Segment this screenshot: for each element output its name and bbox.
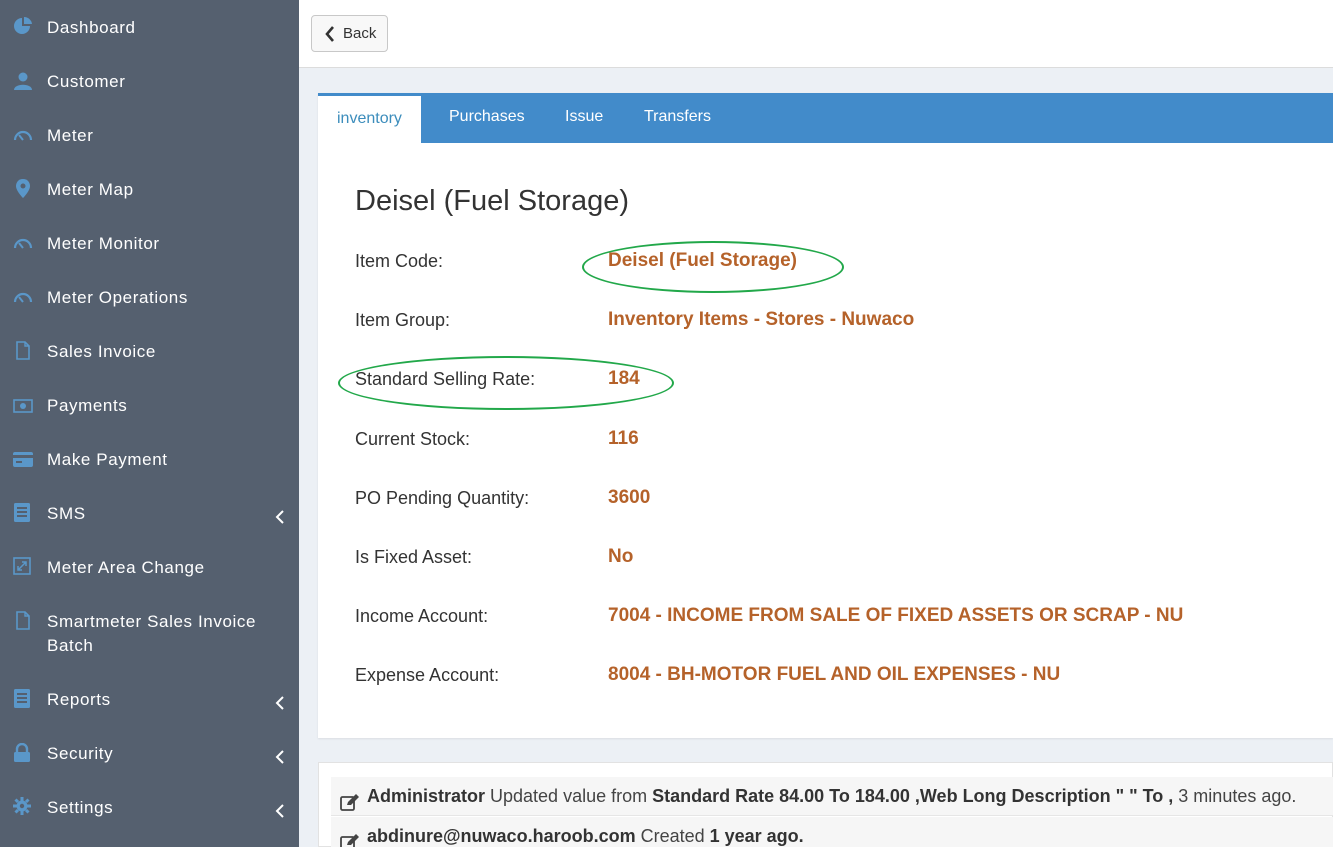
user-icon <box>13 71 33 91</box>
item-group-label: Item Group: <box>355 310 451 330</box>
tab-bar: inventory Purchases Issue Transfers <box>318 93 1333 143</box>
lock-icon <box>13 742 33 763</box>
is-fixed-asset-value: No <box>608 546 634 567</box>
activity-text: Created <box>635 826 710 846</box>
chevron-left-icon <box>325 26 335 46</box>
sidebar-item-label: Payments <box>47 396 128 415</box>
page-title: Deisel (Fuel Storage) <box>355 185 629 217</box>
income-account-value[interactable]: 7004 - INCOME FROM SALE OF FIXED ASSETS … <box>608 605 1183 627</box>
current-stock-value: 116 <box>608 428 639 449</box>
message-book-icon <box>13 503 33 523</box>
sidebar: Dashboard Customer Meter Meter Map Meter… <box>0 0 299 847</box>
item-code-label: Item Code: <box>355 251 444 271</box>
activity-item: abdinure@nuwaco.haroob.com Created 1 yea… <box>331 817 1333 847</box>
money-icon <box>13 398 33 418</box>
sidebar-item-label: SMS <box>47 504 86 523</box>
tab-purchases[interactable]: Purchases <box>449 93 525 143</box>
sidebar-item-make-payment[interactable]: Make Payment <box>0 448 299 476</box>
sidebar-item-label-line2: Batch <box>47 636 94 655</box>
file-icon <box>16 341 36 361</box>
sidebar-item-label: Meter <box>47 126 94 145</box>
sidebar-item-smartmeter-sales-invoice-batch[interactable]: Smartmeter Sales Invoice Batch <box>0 610 299 662</box>
current-stock-label: Current Stock: <box>355 429 471 449</box>
gauge-icon <box>13 127 33 147</box>
top-toolbar: Back <box>299 0 1333 68</box>
sidebar-item-meter-operations[interactable]: Meter Operations <box>0 286 299 314</box>
highlight-oval-item-code <box>582 241 844 293</box>
expense-account-value[interactable]: 8004 - BH-MOTOR FUEL AND OIL EXPENSES - … <box>608 664 1060 686</box>
activity-detail: Standard Rate 84.00 To 184.00 ,Web Long … <box>652 786 1174 806</box>
back-button-label: Back <box>343 25 377 42</box>
sidebar-item-sales-invoice[interactable]: Sales Invoice <box>0 340 299 368</box>
po-pending-quantity-value: 3600 <box>608 487 651 508</box>
pie-chart-icon <box>13 16 33 36</box>
sidebar-item-label: Make Payment <box>47 450 168 469</box>
sidebar-item-meter[interactable]: Meter <box>0 124 299 152</box>
sidebar-item-security[interactable]: Security <box>0 742 299 770</box>
credit-card-icon <box>13 452 33 472</box>
activity-time: 3 minutes ago. <box>1173 786 1297 806</box>
sidebar-item-label: Dashboard <box>47 18 136 37</box>
sidebar-item-label: Meter Operations <box>47 288 188 307</box>
sidebar-item-payments[interactable]: Payments <box>0 394 299 422</box>
item-group-value[interactable]: Inventory Items - Stores - Nuwaco <box>608 309 914 331</box>
sidebar-item-customer[interactable]: Customer <box>0 70 299 98</box>
income-account-label: Income Account: <box>355 606 489 626</box>
resize-icon <box>13 557 33 577</box>
gauge-icon <box>13 235 33 255</box>
sidebar-item-label: Security <box>47 744 114 763</box>
sidebar-item-label: Sales Invoice <box>47 342 156 361</box>
tab-transfers[interactable]: Transfers <box>644 93 711 143</box>
activity-detail: 1 year ago. <box>709 826 804 846</box>
sidebar-item-meter-area-change[interactable]: Meter Area Change <box>0 556 299 584</box>
gear-icon <box>13 797 33 817</box>
chevron-left-icon[interactable] <box>275 696 285 710</box>
sidebar-item-label: Customer <box>47 72 126 91</box>
sidebar-item-label: Settings <box>47 798 114 817</box>
file-icon <box>16 611 36 631</box>
activity-log: Administrator Updated value from Standar… <box>318 762 1333 847</box>
chevron-left-icon[interactable] <box>275 804 285 818</box>
sidebar-item-label: Meter Monitor <box>47 234 160 253</box>
tab-inventory[interactable]: inventory <box>318 96 421 143</box>
sidebar-item-settings[interactable]: Settings <box>0 796 299 824</box>
activity-user[interactable]: Administrator <box>367 786 485 806</box>
tab-issue[interactable]: Issue <box>565 93 603 143</box>
sidebar-item-reports[interactable]: Reports <box>0 688 299 716</box>
activity-text: Updated value from <box>485 786 653 806</box>
sidebar-item-label: Meter Area Change <box>47 558 205 577</box>
item-detail-card: inventory Purchases Issue Transfers Deis… <box>318 93 1333 738</box>
is-fixed-asset-label: Is Fixed Asset: <box>355 547 473 567</box>
sidebar-item-dashboard[interactable]: Dashboard <box>0 16 299 44</box>
sidebar-item-meter-map[interactable]: Meter Map <box>0 178 299 206</box>
activity-item: Administrator Updated value from Standar… <box>331 777 1333 816</box>
sidebar-item-meter-monitor[interactable]: Meter Monitor <box>0 232 299 260</box>
back-button[interactable]: Back <box>311 15 388 52</box>
sidebar-item-label: Smartmeter Sales Invoice <box>47 612 257 631</box>
sidebar-item-sms[interactable]: SMS <box>0 502 299 530</box>
expense-account-label: Expense Account: <box>355 665 500 685</box>
map-marker-icon <box>16 179 36 199</box>
chevron-left-icon[interactable] <box>275 750 285 764</box>
activity-user[interactable]: abdinure@nuwaco.haroob.com <box>367 826 636 846</box>
chevron-left-icon[interactable] <box>275 510 285 524</box>
gauge-icon <box>13 289 33 309</box>
po-pending-quantity-label: PO Pending Quantity: <box>355 488 530 508</box>
edit-icon <box>340 827 360 847</box>
sidebar-item-label: Reports <box>47 690 111 709</box>
sidebar-item-label: Meter Map <box>47 180 134 199</box>
report-book-icon <box>13 689 33 709</box>
highlight-oval-selling-rate <box>338 356 674 410</box>
